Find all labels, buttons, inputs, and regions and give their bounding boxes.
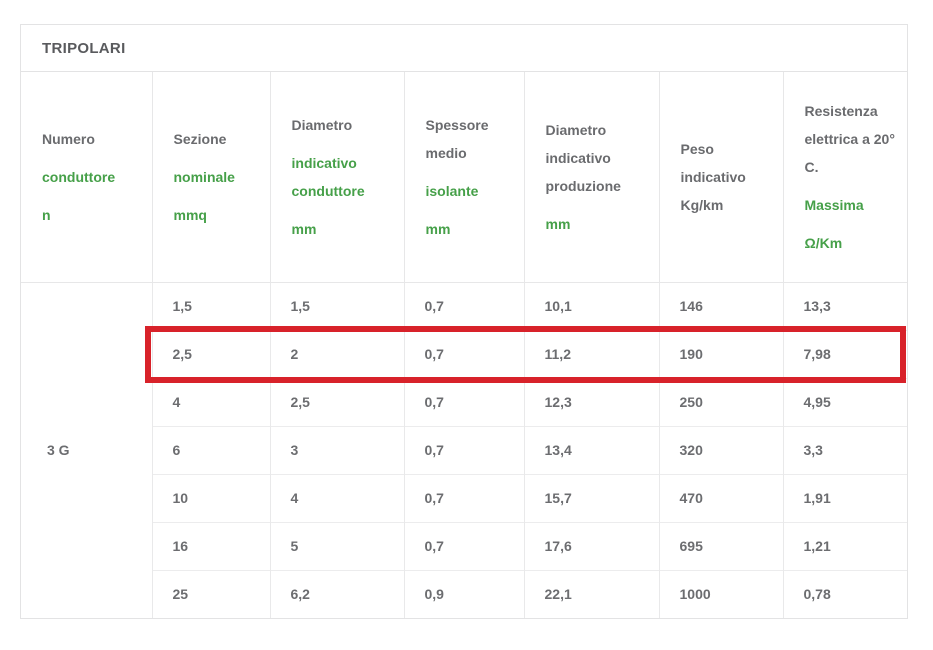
header-cell-sezione-nominale: Sezione nominale mmq [152, 72, 270, 282]
header-text: Resistenza elettrica a 20° C. [805, 97, 900, 181]
cell-spessore: 0,7 [404, 378, 524, 426]
cell-diametro-conduttore: 3 [270, 426, 404, 474]
header-text: n [42, 201, 144, 229]
cell-peso: 190 [659, 330, 783, 378]
cell-sezione: 1,5 [152, 282, 270, 330]
header-text: mm [426, 215, 516, 243]
header-text: Spessore medio [426, 111, 516, 167]
header-cell-diametro-produzione: Diametro indicativo produzione mm [524, 72, 659, 282]
cell-diametro-conduttore: 4 [270, 474, 404, 522]
header-text: Massima [805, 191, 900, 219]
table-row: 4 2,5 0,7 12,3 250 4,95 [21, 378, 907, 426]
cell-diametro-conduttore: 1,5 [270, 282, 404, 330]
spec-table-card: TRIPOLARI Numero conduttore n Sezione no… [20, 24, 908, 619]
cell-spessore: 0,7 [404, 474, 524, 522]
cell-spessore: 0,7 [404, 330, 524, 378]
table-title: TRIPOLARI [21, 25, 907, 72]
cell-diametro-conduttore: 2,5 [270, 378, 404, 426]
cell-resistenza: 1,21 [783, 522, 907, 570]
table-header: Numero conduttore n Sezione nominale mmq… [21, 72, 907, 282]
table-row: 25 6,2 0,9 22,1 1000 0,78 [21, 570, 907, 618]
cell-peso: 470 [659, 474, 783, 522]
cell-diametro-conduttore: 6,2 [270, 570, 404, 618]
row-group-label: 3 G [21, 282, 152, 618]
cell-resistenza: 7,98 [783, 330, 907, 378]
header-text: mm [546, 210, 651, 238]
cell-peso: 695 [659, 522, 783, 570]
header-text: indicativo conduttore [292, 149, 396, 205]
cell-sezione: 25 [152, 570, 270, 618]
header-text: mm [292, 215, 396, 243]
header-text: Diametro indicativo produzione [546, 116, 651, 200]
cell-sezione: 4 [152, 378, 270, 426]
header-text: isolante [426, 177, 516, 205]
spec-table: Numero conduttore n Sezione nominale mmq… [21, 72, 907, 618]
cell-sezione: 2,5 [152, 330, 270, 378]
cell-spessore: 0,7 [404, 522, 524, 570]
header-text: Sezione [174, 125, 262, 153]
cell-resistenza: 13,3 [783, 282, 907, 330]
cell-diametro-produzione: 15,7 [524, 474, 659, 522]
header-text: Peso indicativo Kg/km [681, 135, 775, 219]
header-cell-peso-indicativo: Peso indicativo Kg/km [659, 72, 783, 282]
table-row: 6 3 0,7 13,4 320 3,3 [21, 426, 907, 474]
cell-resistenza: 4,95 [783, 378, 907, 426]
cell-diametro-produzione: 13,4 [524, 426, 659, 474]
cell-peso: 250 [659, 378, 783, 426]
table-row: 16 5 0,7 17,6 695 1,21 [21, 522, 907, 570]
cell-diametro-conduttore: 2 [270, 330, 404, 378]
cell-resistenza: 0,78 [783, 570, 907, 618]
header-text: conduttore [42, 163, 144, 191]
header-text: Ω/Km [805, 229, 900, 257]
cell-spessore: 0,7 [404, 426, 524, 474]
cell-diametro-produzione: 10,1 [524, 282, 659, 330]
header-cell-spessore-isolante: Spessore medio isolante mm [404, 72, 524, 282]
header-cell-resistenza-elettrica: Resistenza elettrica a 20° C. Massima Ω/… [783, 72, 907, 282]
cell-diametro-produzione: 11,2 [524, 330, 659, 378]
cell-resistenza: 3,3 [783, 426, 907, 474]
table-row: 3 G 1,5 1,5 0,7 10,1 146 13,3 [21, 282, 907, 330]
header-cell-numero-conduttore: Numero conduttore n [21, 72, 152, 282]
table-row: 10 4 0,7 15,7 470 1,91 [21, 474, 907, 522]
table-row-highlighted: 2,5 2 0,7 11,2 190 7,98 [21, 330, 907, 378]
header-row: Numero conduttore n Sezione nominale mmq… [21, 72, 907, 282]
cell-spessore: 0,9 [404, 570, 524, 618]
cell-peso: 320 [659, 426, 783, 474]
cell-spessore: 0,7 [404, 282, 524, 330]
cell-resistenza: 1,91 [783, 474, 907, 522]
cell-peso: 146 [659, 282, 783, 330]
page: TRIPOLARI Numero conduttore n Sezione no… [0, 0, 933, 650]
cell-diametro-produzione: 17,6 [524, 522, 659, 570]
table-body: 3 G 1,5 1,5 0,7 10,1 146 13,3 2,5 2 0,7 … [21, 282, 907, 618]
header-text: nominale [174, 163, 262, 191]
cell-peso: 1000 [659, 570, 783, 618]
cell-sezione: 16 [152, 522, 270, 570]
cell-sezione: 6 [152, 426, 270, 474]
cell-sezione: 10 [152, 474, 270, 522]
header-text: mmq [174, 201, 262, 229]
header-cell-diametro-conduttore: Diametro indicativo conduttore mm [270, 72, 404, 282]
header-text: Numero [42, 125, 144, 153]
header-text: Diametro [292, 111, 396, 139]
cell-diametro-conduttore: 5 [270, 522, 404, 570]
cell-diametro-produzione: 12,3 [524, 378, 659, 426]
cell-diametro-produzione: 22,1 [524, 570, 659, 618]
